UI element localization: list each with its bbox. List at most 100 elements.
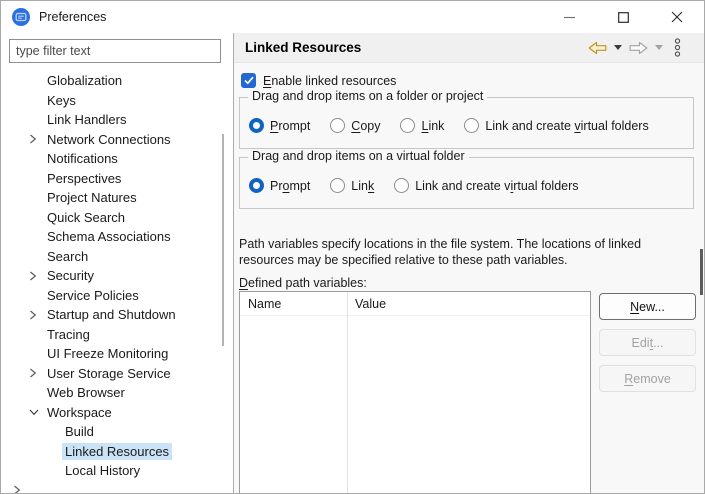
forward-history-dropdown-icon[interactable] (655, 45, 663, 50)
minimize-button[interactable] (542, 1, 596, 33)
sidebar-scrollbar[interactable] (222, 134, 224, 346)
column-header-value[interactable]: Value (347, 292, 394, 315)
chevron-collapsed-icon[interactable] (29, 134, 47, 144)
back-history-dropdown-icon[interactable] (614, 45, 622, 50)
tree-item-link-handlers[interactable]: Link Handlers (1, 110, 233, 130)
radio-unselected-icon[interactable] (400, 118, 415, 133)
tree-item-notifications[interactable]: Notifications (1, 149, 233, 169)
tree-item-label: Search (47, 249, 88, 264)
preferences-sidebar: Globalization Keys Link Handlers Network Co… (1, 33, 234, 493)
radio-label: Link (421, 119, 444, 133)
radio-g2-link-and-create-virtual-folders[interactable]: Link and create virtual folders (394, 178, 578, 193)
new-button[interactable]: New... (599, 293, 696, 320)
chevron-collapsed-icon[interactable] (29, 271, 47, 281)
radio-g1-link-and-create-virtual-folders[interactable]: Link and create virtual folders (464, 118, 648, 133)
path-variables-description: Path variables specify locations in the … (239, 236, 699, 268)
tree-item-label: Linked Resources (62, 443, 172, 460)
tree-item-startup-and-shutdown[interactable]: Startup and Shutdown (1, 305, 233, 325)
chevron-collapsed-icon[interactable] (29, 368, 47, 378)
tree-item-local-history[interactable]: Local History (1, 461, 233, 481)
view-menu-icon[interactable] (673, 38, 682, 57)
tree-item-label: Security (47, 268, 94, 283)
tree-item-globalization[interactable]: Globalization (1, 71, 233, 91)
chevron-expanded-icon[interactable] (29, 408, 47, 416)
table-buttons: New... Edit... Remove (599, 293, 696, 392)
path-variables-table[interactable]: NameValue (239, 291, 591, 494)
radio-g2-prompt[interactable]: Prompt (249, 178, 310, 193)
tree-item-label: Web Browser (47, 385, 125, 400)
radio-g2-link[interactable]: Link (330, 178, 374, 193)
tree-item-keys[interactable]: Keys (1, 91, 233, 111)
maximize-button[interactable] (596, 1, 650, 33)
forward-arrow-icon[interactable] (629, 41, 648, 55)
tree-item-tracing[interactable]: Tracing (1, 325, 233, 345)
enable-linked-resources-label: Enable linked resources (263, 74, 396, 88)
linked-resources-panel: Linked Resources (234, 33, 704, 493)
dnd-virtual-folder-options: Prompt Link Link and create virtual folder… (249, 178, 579, 193)
radio-unselected-icon[interactable] (394, 178, 409, 193)
tree-item-service-policies[interactable]: Service Policies (1, 286, 233, 306)
radio-g1-link[interactable]: Link (400, 118, 444, 133)
tree-item-build[interactable]: Build (1, 422, 233, 442)
tree-item-label: Tracing (47, 327, 90, 342)
remove-button[interactable]: Remove (599, 365, 696, 392)
radio-unselected-icon[interactable] (330, 118, 345, 133)
tree-item-web-browser[interactable]: Web Browser (1, 383, 233, 403)
tree-item-label: Build (65, 424, 94, 439)
tree-item-perspectives[interactable]: Perspectives (1, 169, 233, 189)
radio-selected-icon[interactable] (249, 118, 264, 133)
tree-item-label: Globalization (47, 73, 122, 88)
tree-item-label: Link Handlers (47, 112, 127, 127)
tree-item-project-natures[interactable]: Project Natures (1, 188, 233, 208)
dnd-virtual-folder-group: Drag and drop items on a virtual folder … (239, 157, 694, 209)
radio-unselected-icon[interactable] (330, 178, 345, 193)
tree-item-network-connections[interactable]: Network Connections (1, 130, 233, 150)
radio-selected-icon[interactable] (249, 178, 264, 193)
defined-path-variables-label: Defined path variables: (239, 276, 367, 290)
preferences-dialog: Preferences Globalization Keys Link Handle… (0, 0, 705, 494)
tree-item-linked-resources[interactable]: Linked Resources (1, 442, 233, 462)
tree-item-quick-search[interactable]: Quick Search (1, 208, 233, 228)
tree-item-search[interactable]: Search (1, 247, 233, 267)
enable-linked-resources-row: Enable linked resources (241, 73, 396, 88)
radio-unselected-icon[interactable] (464, 118, 479, 133)
dnd-virtual-folder-group-title: Drag and drop items on a virtual folder (248, 149, 469, 163)
tree-item-label: Workspace (47, 405, 112, 420)
chevron-collapsed-icon[interactable] (13, 485, 31, 493)
radio-label: Copy (351, 119, 380, 133)
page-title: Linked Resources (245, 40, 361, 55)
tree-item-security[interactable]: Security (1, 266, 233, 286)
tree-item-label: Notifications (47, 151, 118, 166)
tree-item-workspace[interactable]: Workspace (1, 403, 233, 423)
radio-label: Link and create virtual folders (415, 179, 578, 193)
radio-label: Prompt (270, 119, 310, 133)
tree-item-label: Local History (65, 463, 140, 478)
tree-item-partial[interactable] (1, 481, 233, 494)
tree-item-label: Keys (47, 93, 76, 108)
app-icon (12, 8, 30, 26)
radio-label: Link (351, 179, 374, 193)
tree-item-ui-freeze-monitoring[interactable]: UI Freeze Monitoring (1, 344, 233, 364)
panel-scrollbar[interactable] (700, 249, 703, 295)
dnd-folder-group: Drag and drop items on a folder or proje… (239, 97, 694, 149)
tree-item-schema-associations[interactable]: Schema Associations (1, 227, 233, 247)
column-header-name[interactable]: Name (240, 292, 347, 315)
tree-item-label: Schema Associations (47, 229, 171, 244)
radio-g1-copy[interactable]: Copy (330, 118, 380, 133)
back-arrow-icon[interactable] (588, 41, 607, 55)
radio-label: Link and create virtual folders (485, 119, 648, 133)
tree-item-label: Network Connections (47, 132, 171, 147)
column-divider (347, 292, 348, 494)
window-title: Preferences (39, 10, 106, 24)
close-button[interactable] (650, 1, 704, 33)
tree-item-user-storage-service[interactable]: User Storage Service (1, 364, 233, 384)
edit-button[interactable]: Edit... (599, 329, 696, 356)
filter-input[interactable] (9, 39, 221, 63)
tree-item-label: Startup and Shutdown (47, 307, 176, 322)
dnd-folder-group-title: Drag and drop items on a folder or proje… (248, 89, 487, 103)
chevron-collapsed-icon[interactable] (29, 310, 47, 320)
radio-g1-prompt[interactable]: Prompt (249, 118, 310, 133)
enable-linked-resources-checkbox[interactable] (241, 73, 256, 88)
tree-item-label: Perspectives (47, 171, 121, 186)
page-header: Linked Resources (234, 33, 704, 63)
